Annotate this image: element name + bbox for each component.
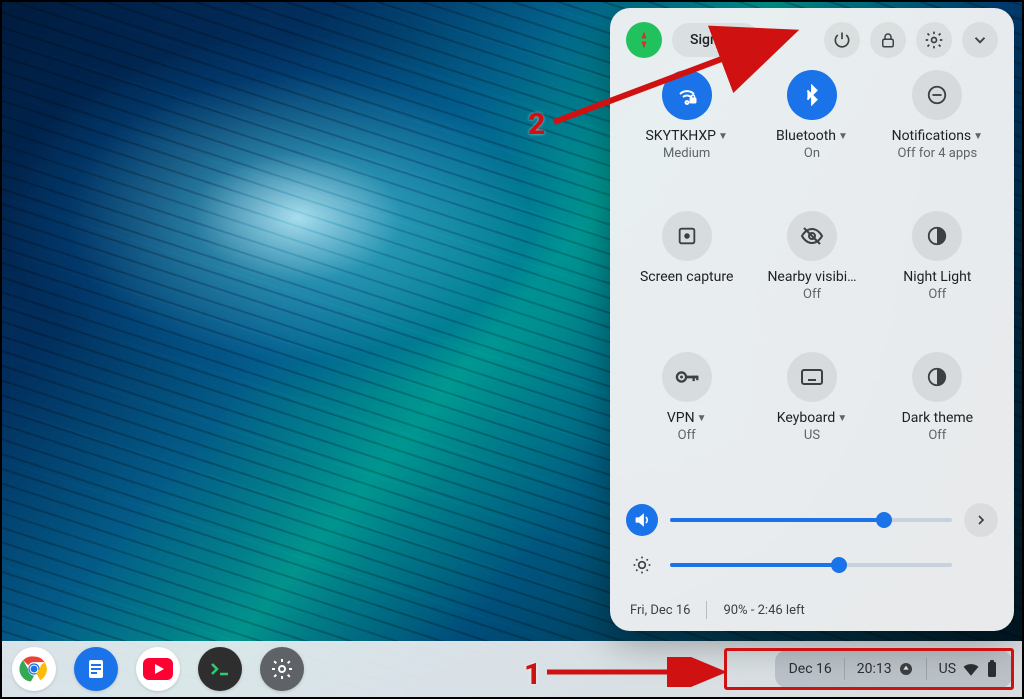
tile-sublabel: Off bbox=[678, 428, 696, 443]
caret-icon: ▼ bbox=[837, 413, 847, 424]
notification-badge-icon bbox=[898, 661, 914, 677]
brightness-icon[interactable] bbox=[626, 549, 658, 581]
youtube-icon bbox=[143, 658, 173, 680]
tile-sublabel: Off bbox=[928, 428, 946, 443]
app-settings[interactable] bbox=[260, 647, 304, 691]
chevron-right-icon bbox=[973, 512, 989, 528]
night-light-icon bbox=[912, 211, 962, 261]
gear-icon bbox=[924, 30, 944, 50]
dark-theme-icon bbox=[912, 352, 962, 402]
power-icon bbox=[832, 30, 852, 50]
tile-screen-capture[interactable]: Screen capture bbox=[626, 211, 747, 287]
app-docs[interactable] bbox=[74, 647, 118, 691]
vpn-key-icon bbox=[662, 352, 712, 402]
avatar[interactable] bbox=[626, 22, 662, 58]
shelf-date: Dec 16 bbox=[789, 661, 832, 677]
sliders-section bbox=[626, 491, 998, 593]
tile-sublabel: Off for 4 apps bbox=[897, 146, 977, 161]
docs-icon bbox=[87, 658, 105, 680]
quick-settings-panel: Sign out SKYTKHXP▼ Medium Bluet bbox=[610, 8, 1014, 631]
app-youtube[interactable] bbox=[136, 647, 180, 691]
tile-sublabel: Off bbox=[928, 287, 946, 302]
tile-night-light[interactable]: Night Light Off bbox=[877, 211, 998, 302]
footer-battery: 90% - 2:46 left bbox=[723, 603, 804, 618]
tile-bluetooth[interactable]: Bluetooth▼ On bbox=[751, 70, 872, 161]
caret-icon: ▼ bbox=[697, 413, 707, 424]
dnd-icon bbox=[912, 70, 962, 120]
tile-sublabel: On bbox=[804, 146, 820, 161]
tile-sublabel: US bbox=[804, 428, 820, 443]
screen-capture-icon bbox=[662, 211, 712, 261]
lock-button[interactable] bbox=[870, 22, 906, 58]
caret-icon: ▼ bbox=[973, 131, 983, 142]
shelf-apps bbox=[12, 647, 304, 691]
audio-expand-button[interactable] bbox=[964, 503, 998, 537]
caret-icon: ▼ bbox=[838, 131, 848, 142]
keyboard-icon bbox=[787, 352, 837, 402]
battery-icon bbox=[986, 660, 998, 678]
app-terminal[interactable] bbox=[198, 647, 242, 691]
tile-keyboard[interactable]: Keyboard▼ US bbox=[751, 352, 872, 443]
tile-sublabel: Off bbox=[803, 287, 821, 302]
bluetooth-icon bbox=[787, 70, 837, 120]
tile-nearby-visibility[interactable]: Nearby visibi… Off bbox=[751, 211, 872, 302]
panel-header: Sign out bbox=[626, 22, 998, 58]
quick-tiles-grid: SKYTKHXP▼ Medium Bluetooth▼ On Notificat… bbox=[626, 70, 998, 489]
wifi-icon bbox=[962, 662, 980, 676]
footer-date: Fri, Dec 16 bbox=[630, 603, 690, 618]
tile-label: Bluetooth bbox=[776, 128, 836, 144]
tile-label: Nearby visibi… bbox=[767, 269, 856, 285]
tile-label: VPN bbox=[667, 410, 695, 426]
tile-label: Screen capture bbox=[640, 269, 733, 285]
settings-button[interactable] bbox=[916, 22, 952, 58]
tile-notifications[interactable]: Notifications▼ Off for 4 apps bbox=[877, 70, 998, 161]
panel-footer: Fri, Dec 16 90% - 2:46 left bbox=[626, 593, 998, 621]
volume-icon[interactable] bbox=[626, 504, 658, 536]
tile-sublabel: Medium bbox=[663, 146, 710, 161]
tile-label: SKYTKHXP bbox=[645, 128, 715, 144]
brightness-slider-row bbox=[626, 549, 998, 581]
caret-icon: ▼ bbox=[718, 131, 728, 142]
volume-slider[interactable] bbox=[670, 518, 952, 522]
app-chrome[interactable] bbox=[12, 647, 56, 691]
sign-out-label: Sign out bbox=[690, 32, 742, 48]
shelf: Dec 16 20:13 US bbox=[2, 641, 1022, 697]
sign-out-button[interactable]: Sign out bbox=[672, 23, 760, 57]
chrome-icon bbox=[19, 654, 49, 684]
tile-label: Keyboard bbox=[777, 410, 836, 426]
tile-dark-theme[interactable]: Dark theme Off bbox=[877, 352, 998, 443]
status-area[interactable]: Dec 16 20:13 US bbox=[775, 650, 1012, 688]
shelf-time: 20:13 bbox=[857, 661, 892, 677]
terminal-icon bbox=[209, 661, 231, 677]
collapse-button[interactable] bbox=[962, 22, 998, 58]
tile-wifi[interactable]: SKYTKHXP▼ Medium bbox=[626, 70, 747, 161]
annotation-number-2: 2 bbox=[528, 107, 545, 142]
tile-label: Night Light bbox=[903, 269, 971, 285]
tile-label: Dark theme bbox=[902, 410, 974, 426]
tile-label: Notifications bbox=[892, 128, 972, 144]
shelf-ime: US bbox=[939, 661, 956, 677]
volume-slider-row bbox=[626, 503, 998, 537]
power-button[interactable] bbox=[824, 22, 860, 58]
tile-vpn[interactable]: VPN▼ Off bbox=[626, 352, 747, 443]
annotation-number-1: 1 bbox=[524, 657, 541, 692]
lock-icon bbox=[879, 31, 897, 49]
visibility-off-icon bbox=[787, 211, 837, 261]
gear-icon bbox=[270, 657, 294, 681]
chevron-down-icon bbox=[971, 31, 989, 49]
brightness-slider[interactable] bbox=[670, 563, 952, 567]
wifi-lock-icon bbox=[662, 70, 712, 120]
